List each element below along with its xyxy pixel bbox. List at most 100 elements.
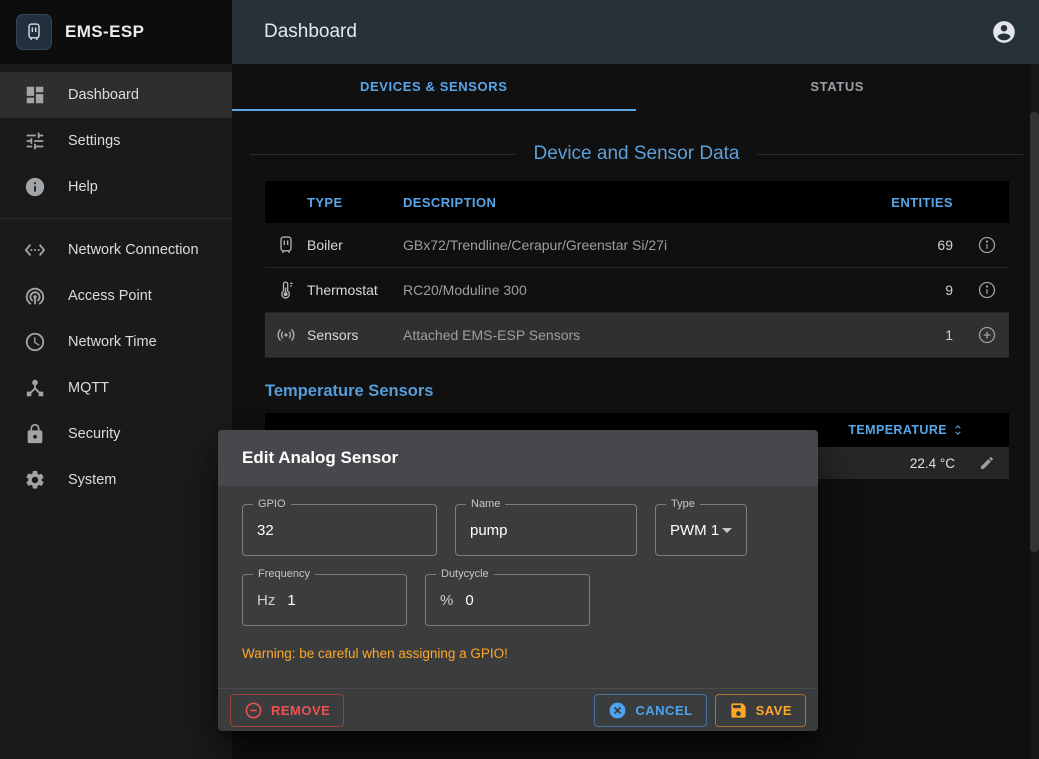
type-select[interactable]: Type PWM 1 xyxy=(655,504,747,556)
dialog-actions: REMOVE CANCEL SAVE xyxy=(218,688,818,731)
remove-button-label: REMOVE xyxy=(271,703,330,718)
device-type: Boiler xyxy=(307,237,403,253)
sidebar-item-network-connection[interactable]: Network Connection xyxy=(0,227,232,273)
col-header-type: TYPE xyxy=(307,195,403,210)
frequency-field-label: Frequency xyxy=(253,568,315,580)
save-button[interactable]: SAVE xyxy=(715,694,806,727)
dutycycle-unit: % xyxy=(440,592,453,609)
device-type: Sensors xyxy=(307,327,403,343)
scrollbar-thumb[interactable] xyxy=(1030,112,1039,552)
add-circle-icon[interactable] xyxy=(977,325,997,345)
sidebar-item-access-point[interactable]: Access Point xyxy=(0,273,232,319)
cancel-icon xyxy=(608,701,627,720)
remove-button[interactable]: REMOVE xyxy=(230,694,344,727)
type-select-label: Type xyxy=(666,498,700,510)
edit-analog-sensor-dialog: Edit Analog Sensor GPIO 32 Name pump Typ… xyxy=(218,430,818,731)
frequency-unit: Hz xyxy=(257,592,275,609)
clock-icon xyxy=(24,331,46,353)
gpio-field[interactable]: GPIO 32 xyxy=(242,504,437,556)
device-row-boiler[interactable]: Boiler GBx72/Trendline/Cerapur/Greenstar… xyxy=(265,223,1009,268)
tab-devices-sensors[interactable]: DEVICES & SENSORS xyxy=(232,64,636,111)
tab-status[interactable]: STATUS xyxy=(636,64,1039,111)
dutycycle-field-value: 0 xyxy=(465,592,473,609)
tune-icon xyxy=(24,130,46,152)
sidebar: EMS-ESP Dashboard Settings Help Network … xyxy=(0,0,232,759)
sidebar-item-label: Settings xyxy=(68,133,120,149)
page: EMS-ESP Dashboard Settings Help Network … xyxy=(0,0,1039,759)
cancel-button-label: CANCEL xyxy=(635,703,692,718)
boiler-icon xyxy=(276,235,296,255)
account-circle-icon xyxy=(991,19,1017,45)
sidebar-item-system[interactable]: System xyxy=(0,457,232,503)
device-entities: 69 xyxy=(937,237,965,253)
col-header-description: DESCRIPTION xyxy=(403,195,885,210)
edit-pencil-icon[interactable] xyxy=(979,455,995,471)
sidebar-item-settings[interactable]: Settings xyxy=(0,118,232,164)
sidebar-item-label: Network Time xyxy=(68,334,157,350)
gpio-field-value: 32 xyxy=(257,522,274,539)
gpio-warning-text: Warning: be careful when assigning a GPI… xyxy=(242,646,794,661)
dutycycle-field[interactable]: Dutycycle % 0 xyxy=(425,574,590,626)
page-title: Dashboard xyxy=(264,21,991,43)
sidebar-item-label: Network Connection xyxy=(68,242,199,258)
name-field-value: pump xyxy=(470,522,508,539)
boiler-logo-icon xyxy=(24,22,44,42)
sidebar-item-help[interactable]: Help xyxy=(0,164,232,210)
frequency-field[interactable]: Frequency Hz 1 xyxy=(242,574,407,626)
info-icon xyxy=(24,176,46,198)
device-description: GBx72/Trendline/Cerapur/Greenstar Si/27i xyxy=(403,237,885,253)
appbar: Dashboard xyxy=(232,0,1039,64)
chevron-down-icon xyxy=(722,528,732,533)
lock-icon xyxy=(24,423,46,445)
section-title: Device and Sensor Data xyxy=(250,143,1023,165)
gear-icon xyxy=(24,469,46,491)
sidebar-header: EMS-ESP xyxy=(0,0,232,64)
sort-icon xyxy=(951,423,965,437)
frequency-field-value: 1 xyxy=(287,592,295,609)
info-icon[interactable] xyxy=(977,235,997,255)
sidebar-item-label: MQTT xyxy=(68,380,109,396)
name-field[interactable]: Name pump xyxy=(455,504,637,556)
dialog-body: GPIO 32 Name pump Type PWM 1 Frequency H… xyxy=(218,486,818,661)
temperature-value: 22.4 °C xyxy=(910,456,965,471)
wifi-tethering-icon xyxy=(24,285,46,307)
sidebar-item-dashboard[interactable]: Dashboard xyxy=(0,72,232,118)
sidebar-item-network-time[interactable]: Network Time xyxy=(0,319,232,365)
device-description: Attached EMS-ESP Sensors xyxy=(403,327,885,343)
sidebar-item-label: Security xyxy=(68,426,120,442)
device-entities: 1 xyxy=(945,327,965,343)
device-row-thermostat[interactable]: Thermostat RC20/Moduline 300 9 xyxy=(265,268,1009,313)
device-row-sensors[interactable]: Sensors Attached EMS-ESP Sensors 1 xyxy=(265,313,1009,358)
scrollbar-track xyxy=(1030,64,1039,759)
app-title: EMS-ESP xyxy=(65,22,144,42)
sidebar-nav: Dashboard Settings Help Network Connecti… xyxy=(0,64,232,503)
ethernet-icon xyxy=(24,239,46,261)
remove-circle-icon xyxy=(244,701,263,720)
sidebar-item-label: Access Point xyxy=(68,288,152,304)
device-description: RC20/Moduline 300 xyxy=(403,282,885,298)
col-header-temperature[interactable]: TEMPERATURE xyxy=(848,423,965,437)
save-icon xyxy=(729,701,748,720)
save-button-label: SAVE xyxy=(756,703,792,718)
sidebar-item-mqtt[interactable]: MQTT xyxy=(0,365,232,411)
device-table: TYPE DESCRIPTION ENTITIES Boiler GBx72/T… xyxy=(265,181,1009,358)
device-entities: 9 xyxy=(945,282,965,298)
sensors-icon xyxy=(276,325,296,345)
sidebar-divider xyxy=(0,218,232,219)
sidebar-item-label: Help xyxy=(68,179,98,195)
dialog-title: Edit Analog Sensor xyxy=(218,430,818,486)
hub-icon xyxy=(24,377,46,399)
cancel-button[interactable]: CANCEL xyxy=(594,694,706,727)
info-icon[interactable] xyxy=(977,280,997,300)
account-button[interactable] xyxy=(991,19,1017,45)
temperature-header-label: TEMPERATURE xyxy=(848,423,947,437)
type-select-value: PWM 1 xyxy=(670,522,719,539)
sidebar-item-label: Dashboard xyxy=(68,87,139,103)
app-logo xyxy=(16,14,52,50)
dutycycle-field-label: Dutycycle xyxy=(436,568,494,580)
gpio-field-label: GPIO xyxy=(253,498,291,510)
sidebar-item-security[interactable]: Security xyxy=(0,411,232,457)
temperature-sensors-title: Temperature Sensors xyxy=(265,382,1039,401)
name-field-label: Name xyxy=(466,498,505,510)
tab-bar: DEVICES & SENSORS STATUS xyxy=(232,64,1039,111)
